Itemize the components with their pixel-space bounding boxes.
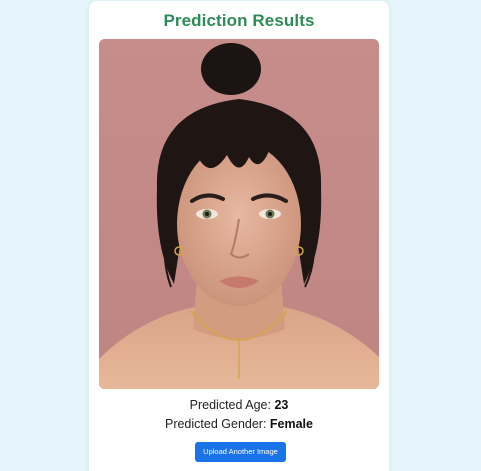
portrait-photo-icon xyxy=(99,39,379,389)
page-title: Prediction Results xyxy=(163,11,315,30)
predicted-gender-value: Female xyxy=(269,417,313,431)
predicted-age-label: Predicted Age: xyxy=(189,398,275,412)
predicted-gender-label: Predicted Gender: xyxy=(164,417,270,431)
predicted-gender: Predicted Gender: Female xyxy=(89,417,389,431)
predicted-age: Predicted Age: 23 xyxy=(89,398,389,412)
upload-another-image-button[interactable]: Upload Another Image xyxy=(195,442,286,462)
uploaded-portrait-image xyxy=(99,39,379,389)
predicted-age-value: 23 xyxy=(274,398,289,412)
results-card: Prediction Results Predicted Age: 23 Pre… xyxy=(89,1,389,471)
